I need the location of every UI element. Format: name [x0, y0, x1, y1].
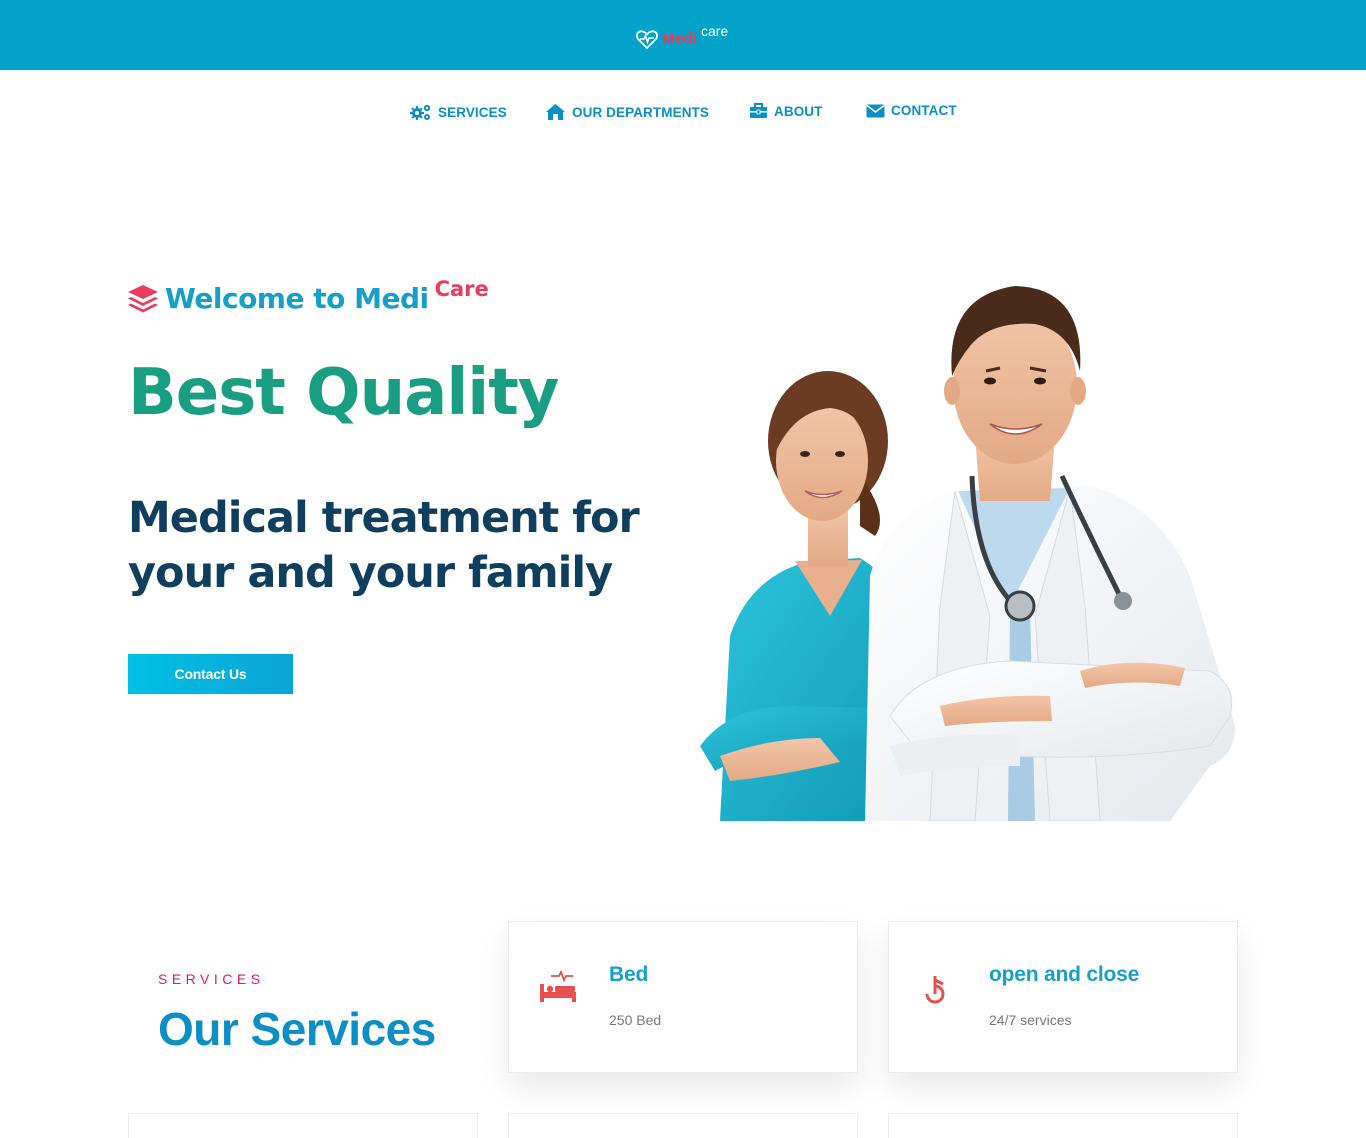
- nav-item-about[interactable]: ABOUT: [749, 103, 823, 119]
- service-card-open-close[interactable]: open and close 24/7 services: [888, 921, 1238, 1073]
- gears-icon: [410, 104, 431, 120]
- service-card-value: 24/7 services: [989, 1012, 1072, 1028]
- bed-icon: [540, 969, 576, 1002]
- nav-label-contact: CONTACT: [891, 103, 957, 118]
- nav-item-contact[interactable]: CONTACT: [866, 103, 957, 118]
- service-card-bed[interactable]: Bed 250 Bed: [508, 921, 858, 1073]
- briefcase-icon: [750, 103, 767, 118]
- services-eyebrow: SERVICES: [158, 971, 265, 987]
- hero-subtitle-line2: your and your family: [128, 548, 613, 598]
- nav-label-services: SERVICES: [438, 104, 507, 120]
- hero-subtitle: Medical treatment for your and your fami…: [128, 491, 648, 601]
- layers-icon: [128, 285, 158, 313]
- service-card-placeholder[interactable]: [128, 1113, 478, 1138]
- hero-title: Best Quality: [128, 356, 559, 430]
- welcome-care-text: Care: [434, 277, 489, 301]
- logo-care-text: care: [700, 23, 729, 39]
- top-bar: Medi care: [0, 0, 1366, 70]
- welcome-text: Welcome to Medi: [165, 282, 429, 315]
- envelope-icon: [866, 104, 885, 117]
- main-nav: SERVICES OUR DEPARTMENTS ABOUT CONTACT: [0, 103, 1366, 129]
- heart-pulse-icon: [636, 30, 658, 50]
- nav-label-departments: OUR DEPARTMENTS: [572, 104, 710, 120]
- service-card-placeholder[interactable]: [888, 1113, 1238, 1138]
- site-logo[interactable]: Medi care: [635, 22, 728, 51]
- doctors-hero-image: [700, 286, 1235, 821]
- nav-label-about: ABOUT: [774, 103, 823, 119]
- services-title: Our Services: [158, 1003, 436, 1055]
- service-card-value: 250 Bed: [609, 1012, 662, 1028]
- contact-us-button[interactable]: Contact Us: [128, 654, 293, 694]
- nav-item-services[interactable]: SERVICES: [409, 103, 507, 121]
- service-card-title: Bed: [609, 963, 649, 986]
- service-card-placeholder[interactable]: [508, 1113, 858, 1138]
- logo-medi-text: Medi: [662, 30, 697, 47]
- welcome-heading: Welcome to Medi Care: [127, 277, 489, 315]
- hero-subtitle-line1: Medical treatment for: [128, 493, 640, 543]
- nav-item-departments[interactable]: OUR DEPARTMENTS: [545, 103, 709, 121]
- service-card-title: open and close: [989, 963, 1140, 986]
- clock-hand-icon: [925, 976, 945, 1004]
- home-icon: [546, 104, 565, 120]
